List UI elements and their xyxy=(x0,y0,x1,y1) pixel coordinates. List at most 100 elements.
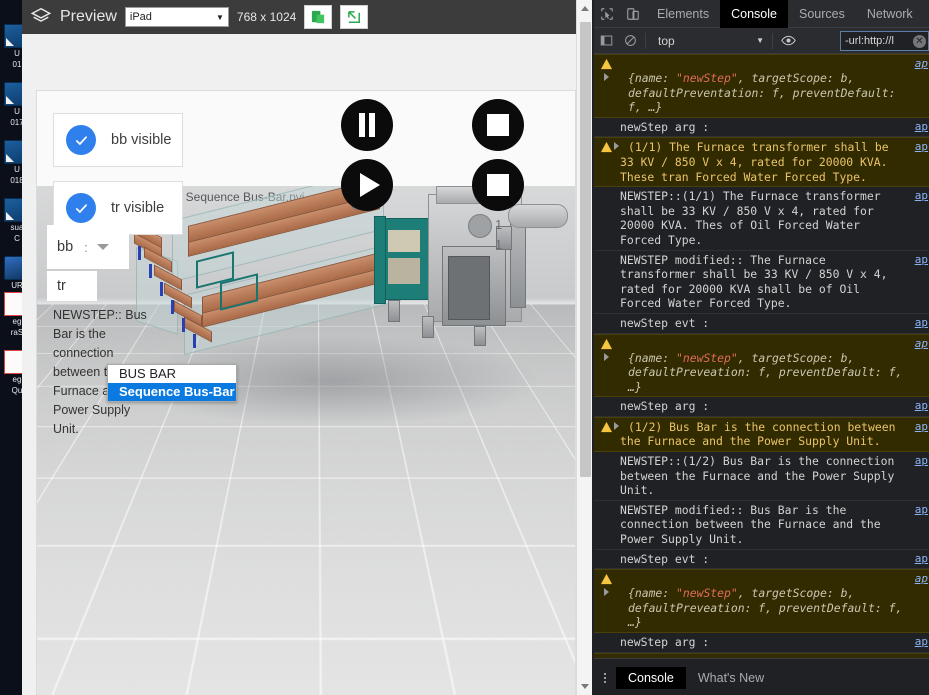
console-row[interactable]: apnewStep evt : xyxy=(594,550,929,570)
source-link[interactable]: ap xyxy=(915,420,928,435)
select-tr-value: tr xyxy=(57,278,66,294)
rotate-device-icon[interactable] xyxy=(304,5,332,29)
console-filter-input[interactable]: -url:http://l ✕ xyxy=(840,31,929,51)
console-row[interactable]: ap {name: "newStep", targetScope: b, defa… xyxy=(594,334,929,398)
console-row[interactable]: ap (1/1) The Furnace transformer shall be… xyxy=(594,137,929,187)
device-toolbar-icon[interactable] xyxy=(620,0,646,28)
warning-icon xyxy=(600,141,613,153)
preview-canvas: I-Creo 3D - Sequence Bus-Bar.pvi xyxy=(36,90,576,695)
source-link[interactable]: ap xyxy=(915,572,928,587)
pause-icon xyxy=(357,113,377,137)
expand-triangle-icon[interactable] xyxy=(604,588,609,596)
toggle-bb-visible[interactable]: bb visible xyxy=(53,113,183,167)
console-message-text: newStep arg : xyxy=(620,120,709,134)
console-message-text: (1/2) Bus Bar is the connection between … xyxy=(620,420,902,449)
source-link[interactable]: ap xyxy=(915,503,928,518)
stop-icon xyxy=(487,174,509,196)
stop-button[interactable] xyxy=(472,99,524,151)
dropdown-option-0[interactable]: BUS BAR xyxy=(108,365,236,383)
preview-pane: Preview iPad ▼ 768 x 1024 I-Creo 3D - Se… xyxy=(22,0,592,695)
console-message-text: (1/1) The Furnace transformer shall be 3… xyxy=(620,140,895,183)
source-link[interactable]: ap xyxy=(915,120,928,135)
console-message-text: NEWSTEP::(1/1) The Furnace transformer s… xyxy=(620,189,887,247)
inspect-icon[interactable] xyxy=(594,0,620,28)
source-link[interactable]: ap xyxy=(915,140,928,155)
console-message-text: newStep arg : xyxy=(620,635,709,649)
warning-icon xyxy=(600,421,613,433)
scroll-up-arrow[interactable] xyxy=(577,0,592,17)
expand-triangle-icon[interactable] xyxy=(614,422,619,430)
console-row[interactable]: ap {name: "newStep", targetScope: b, defa… xyxy=(594,54,929,118)
source-link[interactable]: ap xyxy=(915,454,928,469)
device-select[interactable]: iPad ▼ xyxy=(125,7,229,27)
console-sidebar-icon[interactable] xyxy=(594,28,618,54)
console-row[interactable]: apNEWSTEP modified:: The Furnace transfo… xyxy=(594,251,929,314)
check-icon xyxy=(66,193,96,223)
console-object-preview: {name: "newStep", targetScope: b, defaul… xyxy=(620,57,903,115)
select-bb-separator: : xyxy=(84,240,88,255)
devtools-tabbar: Elements Console Sources Network xyxy=(594,0,929,28)
token: {name: xyxy=(628,71,676,85)
console-row[interactable]: apnewStep arg : xyxy=(594,397,929,417)
console-row[interactable]: apnewStep evt : xyxy=(594,314,929,334)
drawer-tab-console[interactable]: Console xyxy=(616,667,686,689)
expand-triangle-icon[interactable] xyxy=(604,73,609,81)
scroll-down-arrow[interactable] xyxy=(577,678,592,695)
chevron-down-icon: ▼ xyxy=(216,13,224,22)
source-link[interactable]: ap xyxy=(915,57,928,72)
source-link[interactable]: ap xyxy=(915,399,928,414)
execution-context-value: top xyxy=(658,34,675,48)
console-row[interactable]: ap NEWSTEP modified:: Bus Bar is the conn… xyxy=(594,501,929,550)
expand-triangle-icon[interactable] xyxy=(604,353,609,361)
console-row[interactable]: ap newStep arg : xyxy=(594,633,929,653)
live-expression-icon[interactable] xyxy=(776,28,800,54)
tab-console[interactable]: Console xyxy=(720,0,788,28)
stop-button-2[interactable] xyxy=(472,159,524,211)
select-tr[interactable]: tr xyxy=(47,271,97,301)
select-bb[interactable]: bb : xyxy=(47,225,129,269)
tab-elements[interactable]: Elements xyxy=(646,0,720,28)
play-button[interactable] xyxy=(341,159,393,211)
token: {name: xyxy=(628,351,676,365)
console-row[interactable]: ap (1/2) Bus Bar is the connection betwee… xyxy=(594,417,929,452)
scrollbar-thumb[interactable] xyxy=(580,22,591,477)
console-filter-value: -url:http://l xyxy=(845,35,894,47)
more-options-icon[interactable] xyxy=(594,659,616,695)
source-link[interactable]: ap xyxy=(915,189,928,204)
expand-triangle-icon[interactable] xyxy=(614,142,619,150)
device-dimensions: 768 x 1024 xyxy=(237,10,296,24)
clear-input-icon[interactable]: ✕ xyxy=(913,35,926,48)
check-icon xyxy=(66,125,96,155)
counter-current: 1 xyxy=(495,217,502,232)
chevron-down-icon xyxy=(97,244,109,250)
console-message-text: NEWSTEP modified:: Bus Bar is the connec… xyxy=(620,503,887,546)
preview-scrollbar[interactable] xyxy=(576,0,592,695)
open-external-icon[interactable] xyxy=(340,5,368,29)
preview-title: Preview xyxy=(60,8,117,26)
chevron-down-icon: ▼ xyxy=(756,36,764,45)
tab-network[interactable]: Network xyxy=(856,0,924,28)
source-link[interactable]: ap xyxy=(915,253,928,268)
console-row[interactable]: ap newStep arg : xyxy=(594,118,929,138)
console-row[interactable]: ap NEWSTEP::(1/1) The Furnace transformer… xyxy=(594,187,929,250)
console-row[interactable]: ap{name: "newStep", targetScope: b, defa… xyxy=(594,569,929,633)
warning-icon xyxy=(600,573,613,585)
clear-console-icon[interactable] xyxy=(618,28,642,54)
dropdown-option-1[interactable]: Sequence Bus-Bar xyxy=(108,383,236,401)
toggle-tr-visible-label: tr visible xyxy=(111,200,164,216)
source-link[interactable]: ap xyxy=(915,316,928,331)
console-row[interactable]: apNEWSTEP::(1/2) Bus Bar is the connecti… xyxy=(594,452,929,501)
source-link[interactable]: ap xyxy=(915,552,928,567)
source-link[interactable]: ap xyxy=(915,337,928,352)
console-object-preview: {name: "newStep", targetScope: b, defaul… xyxy=(620,337,903,395)
tab-sources[interactable]: Sources xyxy=(788,0,856,28)
execution-context-select[interactable]: top ▼ xyxy=(653,31,769,51)
token: {name: xyxy=(628,586,676,600)
preview-body: I-Creo 3D - Sequence Bus-Bar.pvi xyxy=(22,34,592,695)
source-link[interactable]: ap xyxy=(915,635,928,650)
token: "newStep" xyxy=(676,351,738,365)
console-message-list[interactable]: ap {name: "newStep", targetScope: b, defa… xyxy=(594,54,929,658)
drawer-tab-whats-new[interactable]: What's New xyxy=(686,667,776,689)
bb-dropdown-list[interactable]: BUS BARSequence Bus-Bar xyxy=(107,364,237,402)
pause-button[interactable] xyxy=(341,99,393,151)
